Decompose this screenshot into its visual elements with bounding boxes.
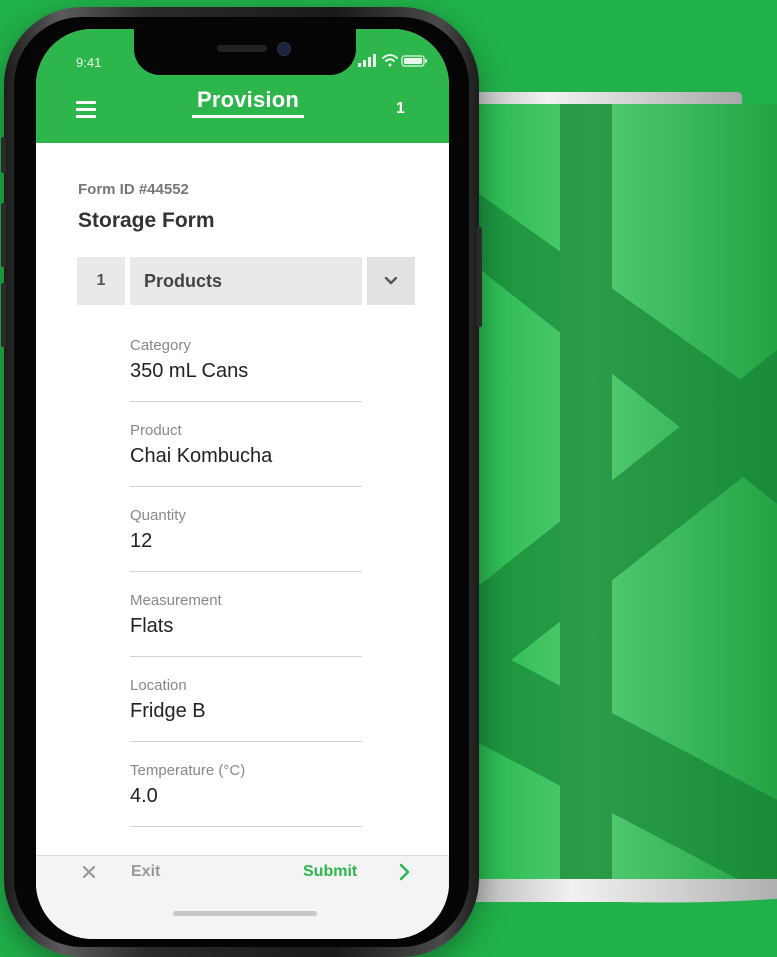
- battery-icon: [401, 55, 427, 67]
- phone-frame: 9:41 Provision 1 Form ID #44552 Storage …: [1, 7, 482, 957]
- temperature-field[interactable]: Temperature (°C) 4.0: [130, 762, 362, 827]
- chevron-down-icon: [384, 276, 398, 285]
- app-title-text: Provision: [196, 87, 300, 112]
- mute-switch: [1, 137, 6, 173]
- volume-down-button: [1, 283, 6, 347]
- form-title: Storage Form: [78, 209, 215, 232]
- field-label: Location: [130, 677, 187, 694]
- exit-button[interactable]: Exit: [131, 863, 160, 881]
- product-field[interactable]: Product Chai Kombucha: [130, 422, 362, 487]
- app-title: Provision: [186, 87, 310, 118]
- home-indicator: [173, 911, 317, 916]
- front-camera: [277, 42, 291, 56]
- field-value: Fridge B: [130, 700, 206, 722]
- side-button: [477, 227, 482, 327]
- field-label: Product: [130, 422, 182, 439]
- app-screen: 9:41 Provision 1 Form ID #44552 Storage …: [36, 29, 449, 939]
- form-id: Form ID #44552: [78, 181, 189, 198]
- field-label: Quantity: [130, 507, 186, 524]
- submit-button[interactable]: Submit: [303, 863, 357, 881]
- field-value: 350 mL Cans: [130, 360, 249, 382]
- earpiece-speaker: [217, 45, 267, 52]
- form-count-badge[interactable]: 1: [396, 100, 405, 118]
- menu-icon[interactable]: [76, 101, 96, 118]
- phone-notch: [134, 29, 356, 75]
- field-label: Measurement: [130, 592, 222, 609]
- field-value: Flats: [130, 615, 174, 637]
- bottom-action-bar: [36, 855, 449, 939]
- wifi-icon: [382, 54, 398, 67]
- field-label: Temperature (°C): [130, 762, 246, 779]
- measurement-field[interactable]: Measurement Flats: [130, 592, 362, 657]
- close-icon[interactable]: [82, 865, 96, 879]
- status-icons: [358, 53, 428, 69]
- category-field[interactable]: Category 350 mL Cans: [130, 337, 362, 402]
- chevron-right-icon[interactable]: [398, 863, 412, 881]
- quantity-field[interactable]: Quantity 12: [130, 507, 362, 572]
- section-collapse-button[interactable]: [367, 257, 415, 305]
- app-title-underline: [192, 115, 304, 118]
- field-value: 4.0: [130, 785, 158, 807]
- volume-up-button: [1, 203, 6, 267]
- section-number: 1: [77, 257, 125, 305]
- location-field[interactable]: Location Fridge B: [130, 677, 362, 742]
- field-label: Category: [130, 337, 191, 354]
- signal-icon: [358, 54, 376, 67]
- field-value: 12: [130, 530, 153, 552]
- field-value: Chai Kombucha: [130, 445, 273, 467]
- section-title[interactable]: Products: [130, 257, 362, 305]
- status-time: 9:41: [76, 55, 102, 70]
